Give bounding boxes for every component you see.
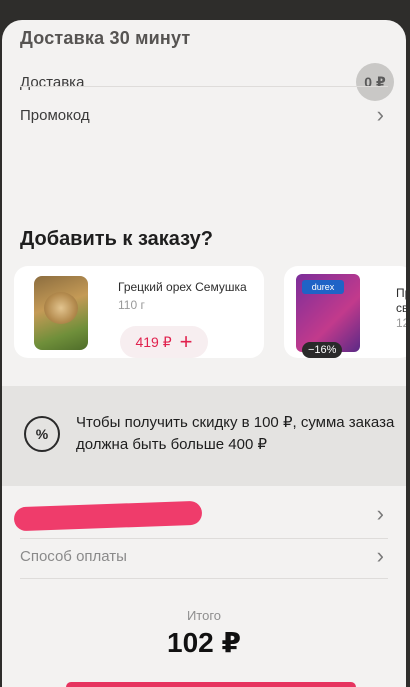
total-value: 102 ₽ (167, 627, 241, 658)
chevron-right-icon: › (376, 501, 384, 526)
product-image-walnut (34, 276, 88, 350)
total-label: Итого (186, 608, 222, 623)
product-image-condoms: durex −16% (296, 274, 360, 358)
divider (20, 86, 388, 87)
promo-label: Промокод (20, 106, 90, 124)
divider (20, 578, 388, 579)
checkout-button[interactable] (66, 682, 356, 687)
plus-icon: + (179, 329, 193, 354)
chevron-right-icon: › (376, 102, 384, 127)
brand-label: durex (302, 280, 344, 294)
discount-notice: % Чтобы получить скидку в 100 ₽, сумма з… (2, 386, 406, 486)
delivery-label: Доставка (20, 73, 85, 91)
product-weight: 110 г (118, 298, 145, 312)
add-to-order-button[interactable]: 419 ₽ + (120, 326, 208, 358)
product-name: Грецкий орех Семушка (118, 280, 247, 294)
product-card[interactable]: Грецкий орех Семушка 110 г 419 ₽ + (14, 266, 264, 358)
discount-notice-text: Чтобы получить скидку в 100 ₽, сумма зак… (76, 414, 395, 453)
order-sheet: Доставка 30 минут Доставка 0 ₽ Промокод … (2, 20, 406, 687)
payment-method-label: Способ оплаты (20, 547, 127, 565)
chevron-right-icon: › (376, 543, 384, 568)
payment-method-row[interactable]: Способ оплаты › (2, 536, 406, 576)
peek-title: Доставка 30 минут (20, 28, 191, 48)
upsell-title: Добавить к заказу? (20, 228, 213, 250)
percent-badge-icon: % (24, 416, 60, 452)
product-card[interactable]: durex −16% Пр све 12 (284, 266, 406, 358)
product-name-partial: Пр све 12 (396, 286, 406, 330)
discount-badge: −16% (302, 342, 343, 358)
promo-row[interactable]: Промокод › (2, 90, 406, 140)
product-price: 419 ₽ (135, 333, 172, 350)
address-row[interactable]: › (2, 494, 406, 534)
